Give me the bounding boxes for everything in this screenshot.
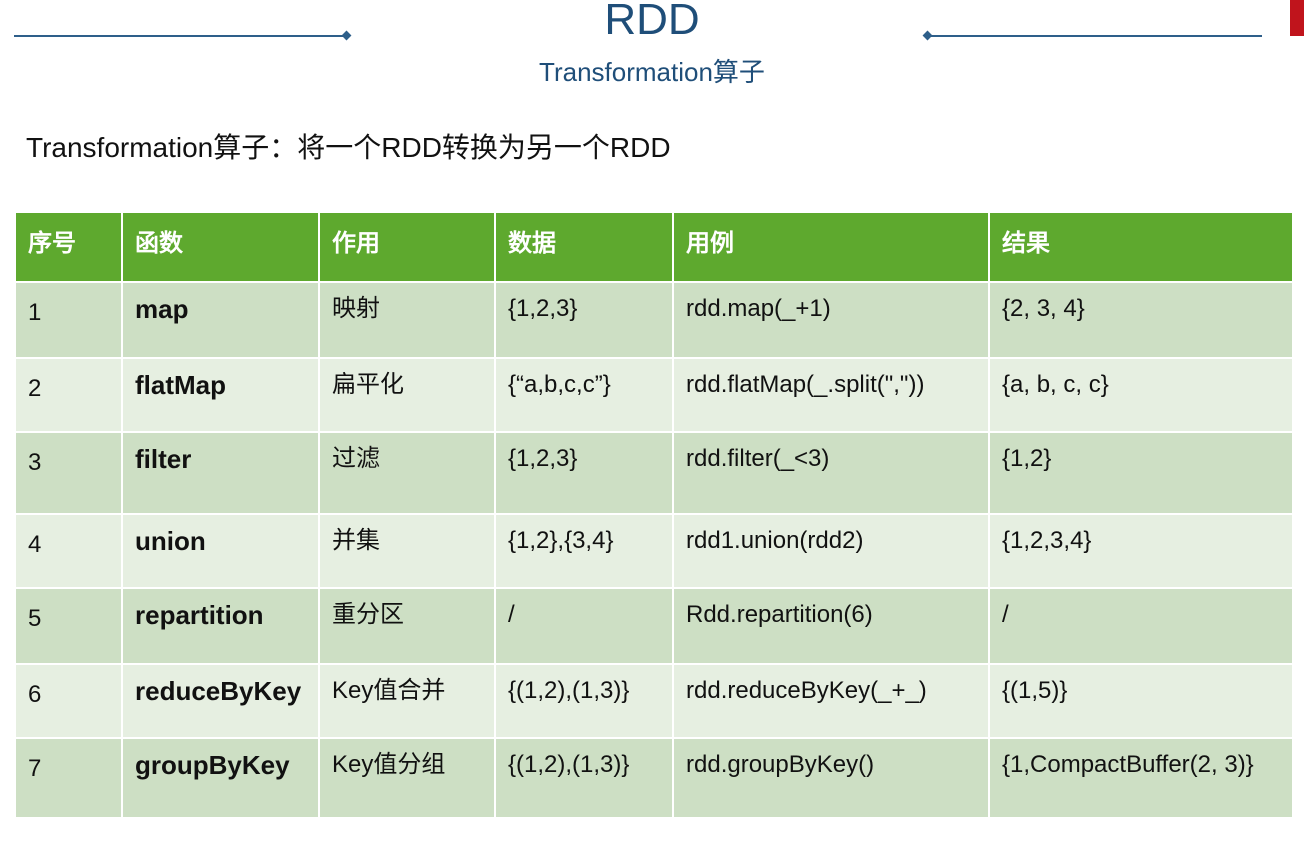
cell-result: {1,2} <box>988 431 1294 515</box>
cell-index: 2 <box>14 357 123 433</box>
cell-data: {1,2,3} <box>494 281 674 359</box>
column-header-purpose: 作用 <box>318 211 496 283</box>
cell-result: {(1,5)} <box>988 663 1294 739</box>
cell-function: map <box>121 281 320 359</box>
cell-purpose: 过滤 <box>318 431 496 515</box>
cell-index: 6 <box>14 663 123 739</box>
cell-index: 1 <box>14 281 123 359</box>
cell-function: union <box>121 513 320 589</box>
cell-data: {1,2},{3,4} <box>494 513 674 589</box>
cell-index: 3 <box>14 431 123 515</box>
page-subtitle: Transformation算子 <box>539 57 765 87</box>
table-row: 1 map 映射 {1,2,3} rdd.map(_+1) {2, 3, 4} <box>14 281 1294 359</box>
cell-example: rdd.flatMap(_.split(",")) <box>672 357 990 433</box>
cell-result: {2, 3, 4} <box>988 281 1294 359</box>
cell-function: reduceByKey <box>121 663 320 739</box>
cell-purpose: 扁平化 <box>318 357 496 433</box>
cell-index: 5 <box>14 587 123 665</box>
cell-function: repartition <box>121 587 320 665</box>
column-header-function: 函数 <box>121 211 320 283</box>
cell-function: groupByKey <box>121 737 320 819</box>
table-row: 2 flatMap 扁平化 {“a,b,c,c”} rdd.flatMap(_.… <box>14 357 1294 433</box>
cell-result: / <box>988 587 1294 665</box>
cell-example: rdd1.union(rdd2) <box>672 513 990 589</box>
cell-function: filter <box>121 431 320 515</box>
cell-purpose: 并集 <box>318 513 496 589</box>
cell-purpose: Key值分组 <box>318 737 496 819</box>
table-row: 3 filter 过滤 {1,2,3} rdd.filter(_<3) {1,2… <box>14 431 1294 515</box>
cell-purpose: 映射 <box>318 281 496 359</box>
cell-data: {(1,2),(1,3)} <box>494 663 674 739</box>
table-row: 5 repartition 重分区 / Rdd.repartition(6) / <box>14 587 1294 665</box>
column-header-example: 用例 <box>672 211 990 283</box>
intro-text: Transformation算子：将一个RDD转换为另一个RDD <box>26 132 671 163</box>
table-row: 7 groupByKey Key值分组 {(1,2),(1,3)} rdd.gr… <box>14 737 1294 819</box>
cell-data: {1,2,3} <box>494 431 674 515</box>
cell-example: Rdd.repartition(6) <box>672 587 990 665</box>
transformation-table: 序号 函数 作用 数据 用例 结果 1 map 映射 {1,2,3} rdd.m… <box>14 211 1294 819</box>
page-title: RDD <box>604 0 700 44</box>
cell-index: 7 <box>14 737 123 819</box>
cell-example: rdd.reduceByKey(_+_) <box>672 663 990 739</box>
column-header-index: 序号 <box>14 211 123 283</box>
table-row: 6 reduceByKey Key值合并 {(1,2),(1,3)} rdd.r… <box>14 663 1294 739</box>
cell-data: {“a,b,c,c”} <box>494 357 674 433</box>
column-header-data: 数据 <box>494 211 674 283</box>
cell-example: rdd.groupByKey() <box>672 737 990 819</box>
cell-result: {1,CompactBuffer(2, 3)} <box>988 737 1294 819</box>
cell-example: rdd.filter(_<3) <box>672 431 990 515</box>
cell-result: {1,2,3,4} <box>988 513 1294 589</box>
cell-function: flatMap <box>121 357 320 433</box>
column-header-result: 结果 <box>988 211 1294 283</box>
cell-data: {(1,2),(1,3)} <box>494 737 674 819</box>
table-header-row: 序号 函数 作用 数据 用例 结果 <box>14 211 1294 283</box>
table-row: 4 union 并集 {1,2},{3,4} rdd1.union(rdd2) … <box>14 513 1294 589</box>
cell-index: 4 <box>14 513 123 589</box>
cell-example: rdd.map(_+1) <box>672 281 990 359</box>
cell-purpose: 重分区 <box>318 587 496 665</box>
cell-data: / <box>494 587 674 665</box>
cell-result: {a, b, c, c} <box>988 357 1294 433</box>
cell-purpose: Key值合并 <box>318 663 496 739</box>
